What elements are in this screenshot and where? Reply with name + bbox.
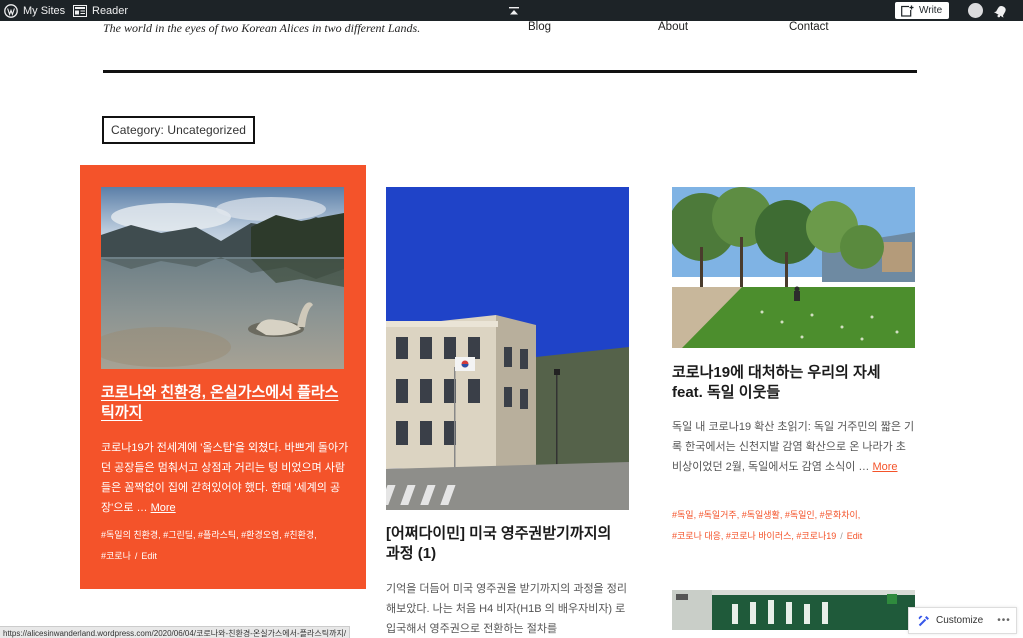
- post-tags: #독일, #독일거주, #독일생활, #독일인, #문화차이, #코로나 대응,…: [672, 505, 915, 546]
- customize-button[interactable]: Customize •••: [908, 607, 1017, 634]
- site-tagline: The world in the eyes of two Korean Alic…: [103, 21, 421, 35]
- post-excerpt: 기억을 더듬어 미국 영주권을 받기까지의 과정을 정리해보았다. 나는 처음 …: [386, 583, 627, 636]
- post-thumbnail-lake[interactable]: [101, 187, 344, 369]
- write-label: Write: [919, 5, 943, 16]
- post-title[interactable]: 코로나와 친환경, 온실가스에서 플라스틱까지: [101, 383, 351, 422]
- building-flag-image: [386, 187, 629, 510]
- header-divider: [103, 70, 917, 73]
- notifications-button[interactable]: [994, 0, 1008, 21]
- storefront-image: [672, 590, 915, 630]
- pencil-brush-icon: [918, 615, 929, 626]
- customize-label: Customize: [936, 615, 984, 626]
- post-thumbnail-building[interactable]: [386, 187, 629, 510]
- my-sites-button[interactable]: My Sites: [4, 0, 65, 21]
- park-image: [672, 187, 915, 348]
- post-excerpt-text: 코로나19가 전세계에 '올스탑'을 외쳤다. 바쁘게 돌아가던 공장들은 멈춰…: [101, 442, 349, 515]
- post-excerpt: 코로나19가 전세계에 '올스탑'을 외쳤다. 바쁘게 돌아가던 공장들은 멈춰…: [101, 438, 349, 518]
- reader-button[interactable]: Reader: [73, 0, 128, 21]
- tag-list-line2: #코로나 대응, #코로나 바이러스, #코로나19 / Edit: [672, 526, 915, 547]
- post-card: [어쩌다이민] 미국 영주권받기까지의 과정 (1) 기억을 더듬어 미국 영주…: [386, 187, 631, 635]
- bell-icon: [994, 5, 1006, 18]
- tag-list[interactable]: #독일의 친환경, #그린딜, #플라스틱, #환경오염, #친환경,: [101, 525, 351, 546]
- admin-bar: My Sites Reader Write: [0, 0, 1023, 21]
- caret-up-icon: [509, 6, 519, 14]
- post-excerpt: 독일 내 코로나19 확산 초읽기: 독일 거주민의 짧은 기록 한국에서는 신…: [672, 417, 915, 477]
- post-title[interactable]: 코로나19에 대처하는 우리의 자세 feat. 독일 이웃들: [672, 363, 915, 402]
- post-title[interactable]: [어쩌다이민] 미국 영주권받기까지의 과정 (1): [386, 524, 626, 563]
- edit-link[interactable]: Edit: [141, 551, 157, 561]
- tag-list-2[interactable]: #코로나 대응, #코로나 바이러스, #코로나19: [672, 531, 836, 541]
- tag-list[interactable]: #독일, #독일거주, #독일생활, #독일인, #문화차이,: [672, 505, 915, 526]
- wordpress-logo-icon: [4, 3, 18, 18]
- post-thumbnail-park[interactable]: [672, 187, 915, 348]
- meta-separator: /: [134, 550, 138, 561]
- tag-korona[interactable]: #코로나: [101, 551, 131, 561]
- admin-bar-toggle[interactable]: [508, 0, 520, 21]
- browser-status-url: https://alicesinwanderland.wordpress.com…: [0, 626, 351, 638]
- post-tags: #독일의 친환경, #그린딜, #플라스틱, #환경오염, #친환경, #코로나…: [101, 525, 351, 566]
- write-plus-icon: [901, 4, 914, 17]
- nav-contact[interactable]: Contact: [789, 21, 829, 33]
- edit-link[interactable]: Edit: [847, 531, 863, 541]
- user-avatar-icon[interactable]: [968, 3, 983, 18]
- tag-list-line2: #코로나 / Edit: [101, 546, 351, 567]
- reader-icon: [73, 4, 87, 17]
- nav-about[interactable]: About: [658, 21, 688, 33]
- post-thumbnail-store[interactable]: [672, 590, 915, 630]
- read-more-link[interactable]: More: [872, 461, 897, 473]
- meta-separator: /: [840, 530, 843, 541]
- more-options-icon[interactable]: •••: [997, 615, 1011, 626]
- read-more-link[interactable]: More: [151, 502, 176, 514]
- nav-blog[interactable]: Blog: [528, 21, 551, 33]
- featured-post-card: 코로나와 친환경, 온실가스에서 플라스틱까지 코로나19가 전세계에 '올스탑…: [80, 165, 366, 589]
- lake-swan-image: [101, 187, 344, 369]
- write-button[interactable]: Write: [895, 2, 950, 19]
- reader-label: Reader: [92, 4, 129, 17]
- my-sites-label: My Sites: [23, 4, 66, 17]
- archive-title: Category: Uncategorized: [102, 116, 256, 144]
- post-card: 코로나19에 대처하는 우리의 자세 feat. 독일 이웃들 독일 내 코로나…: [672, 187, 917, 630]
